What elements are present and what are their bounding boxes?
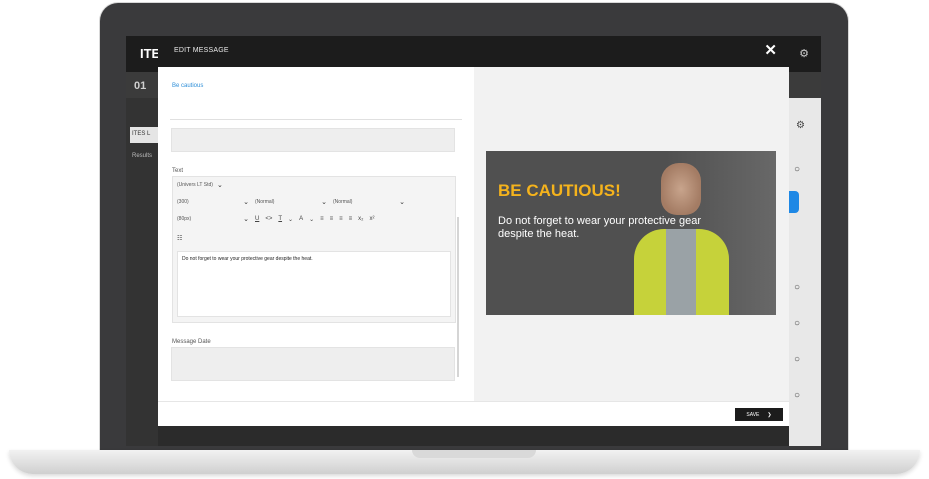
screen: ITE ⚙ 01 ITES L Results ⚙ ○ ○ ○ ○ ○ EDIT…: [126, 36, 821, 446]
modal-title: EDIT MESSAGE: [174, 47, 229, 54]
rich-text-editor: (Univers LT Std) ⌄ (300) ⌄ (Normal) ⌄ (N…: [172, 176, 456, 323]
modal-header: EDIT MESSAGE ✕: [158, 36, 789, 67]
chevron-down-icon[interactable]: ⌄: [309, 216, 314, 223]
chevron-down-icon: ⌄: [216, 182, 223, 189]
preview-title: BE CAUTIOUS!: [498, 181, 621, 200]
preview-text: Do not forget to wear your protective ge…: [498, 215, 701, 240]
sidebar-chip[interactable]: ITES L: [130, 127, 158, 143]
font-size-select[interactable]: (80px) ⌄: [177, 213, 249, 225]
app-sidebar: [126, 98, 158, 446]
scrollbar[interactable]: [457, 217, 459, 377]
description-textarea[interactable]: [171, 128, 455, 152]
gear-icon[interactable]: ⚙: [799, 47, 809, 60]
style-select-2[interactable]: (Normal) ⌄: [333, 196, 405, 208]
worker-shirt: [666, 229, 696, 315]
radio-icon[interactable]: ○: [794, 390, 808, 404]
font-size-value: (80px): [177, 216, 192, 222]
subscript-icon[interactable]: x₂: [358, 216, 363, 222]
form-pane: Be cautious Text (Univers LT Std) ⌄ (300…: [158, 67, 474, 401]
message-date-label: Message Date: [172, 339, 211, 345]
preview-pane: BE CAUTIOUS! Do not forget to wear your …: [474, 67, 789, 401]
chevron-down-icon[interactable]: ⌄: [288, 216, 293, 223]
align-center-icon[interactable]: ≡: [330, 216, 334, 222]
highlight-icon[interactable]: A: [299, 216, 303, 222]
blue-tab[interactable]: [789, 191, 799, 213]
message-preview-banner: BE CAUTIOUS! Do not forget to wear your …: [486, 151, 776, 315]
chevron-down-icon: ⌄: [243, 216, 249, 223]
underline-icon[interactable]: U: [255, 216, 259, 222]
style-value-2: (Normal): [333, 199, 353, 205]
message-text-input[interactable]: Do not forget to wear your protective ge…: [177, 251, 451, 317]
align-right-icon[interactable]: ≡: [339, 216, 343, 222]
font-family-select[interactable]: (Univers LT Std) ⌄: [177, 179, 223, 191]
font-weight-select[interactable]: (300) ⌄: [177, 196, 249, 208]
code-icon[interactable]: <>: [265, 216, 272, 222]
style-select[interactable]: (Normal) ⌄: [255, 196, 327, 208]
radio-icon[interactable]: ○: [794, 164, 808, 178]
text-label: Text: [172, 168, 184, 174]
align-justify-icon[interactable]: ≡: [349, 216, 353, 222]
chevron-down-icon: ⌄: [243, 199, 249, 206]
chevron-right-icon: ❯: [767, 411, 772, 418]
superscript-icon[interactable]: x²: [370, 216, 375, 222]
message-text-content: Do not forget to wear your protective ge…: [182, 256, 313, 262]
save-button[interactable]: SAVE ❯: [735, 408, 783, 421]
text-color-icon[interactable]: T: [278, 216, 282, 222]
message-date-input[interactable]: [171, 347, 455, 381]
radio-icon[interactable]: ○: [794, 318, 808, 332]
radio-icon[interactable]: ○: [794, 282, 808, 296]
save-label: SAVE: [746, 411, 760, 418]
divider: [170, 119, 462, 120]
align-left-icon[interactable]: ≡: [320, 216, 324, 222]
close-icon[interactable]: ✕: [764, 41, 777, 59]
style-value: (Normal): [255, 199, 275, 205]
clear-format-icon[interactable]: ☷: [177, 235, 182, 242]
font-weight-value: (300): [177, 199, 189, 205]
chevron-down-icon: ⌄: [399, 199, 405, 206]
modal-footer: SAVE ❯: [158, 401, 789, 426]
font-family-value: (Univers LT Std): [177, 182, 213, 188]
results-label: Results: [132, 153, 153, 159]
settings-icon[interactable]: ⚙: [796, 120, 805, 131]
laptop-notch: [412, 450, 536, 458]
radio-icon[interactable]: ○: [794, 354, 808, 368]
chevron-down-icon: ⌄: [321, 199, 327, 206]
edit-message-modal: EDIT MESSAGE ✕ Be cautious Text (Univers…: [158, 36, 789, 426]
message-name[interactable]: Be cautious: [172, 83, 203, 89]
worker-head: [661, 163, 701, 215]
step-number: 01: [134, 80, 147, 92]
